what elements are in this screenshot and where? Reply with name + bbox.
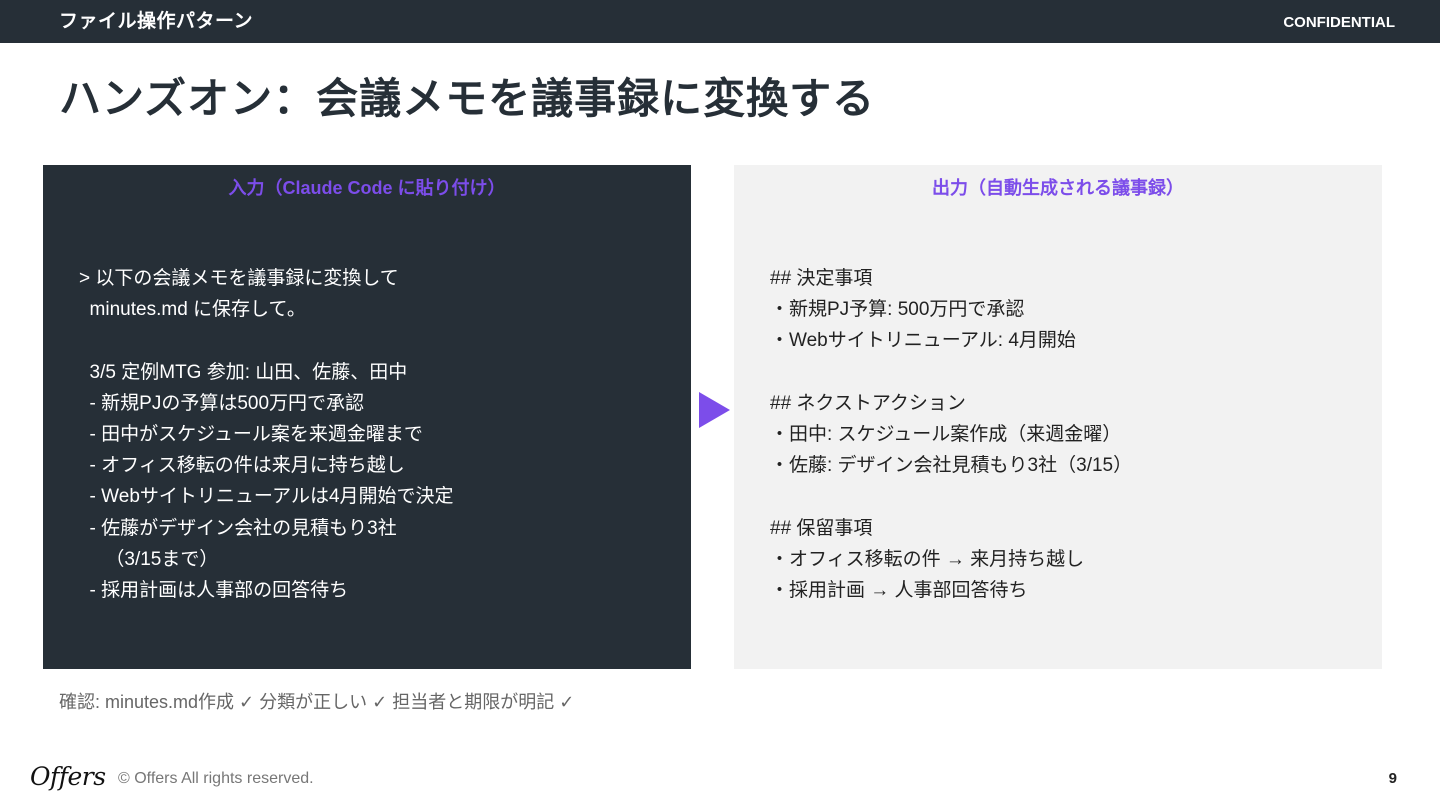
checklist: 確認: minutes.md作成 ✓ 分類が正しい ✓ 担当者と期限が明記 ✓ [59, 692, 575, 712]
offers-logo: Offers [30, 762, 106, 791]
arrow-right-icon [699, 392, 730, 428]
output-panel-body: ## 決定事項 ・新規PJ予算: 500万円で承認 ・Webサイトリニューアル:… [770, 268, 1133, 602]
output-panel-heading: 出力（自動生成される議事録） [932, 178, 1184, 198]
input-panel-heading: 入力（Claude Code に貼り付け） [228, 178, 506, 198]
top-bar: ファイル操作パターン CONFIDENTIAL [0, 0, 1440, 43]
section-label: ファイル操作パターン [59, 11, 254, 32]
input-panel-body: > 以下の会議メモを議事録に変換して minutes.md に保存して。 3/5… [79, 268, 454, 602]
input-panel: 入力（Claude Code に貼り付け） > 以下の会議メモを議事録に変換して… [43, 165, 691, 669]
page-number: 9 [1388, 770, 1397, 787]
output-panel: 出力（自動生成される議事録） ## 決定事項 ・新規PJ予算: 500万円で承認… [734, 165, 1382, 669]
confidential-label: CONFIDENTIAL [1283, 14, 1395, 31]
slide-title: ハンズオン：会議メモを議事録に変換する [59, 75, 876, 122]
copyright: © Offers All rights reserved. [118, 770, 314, 787]
